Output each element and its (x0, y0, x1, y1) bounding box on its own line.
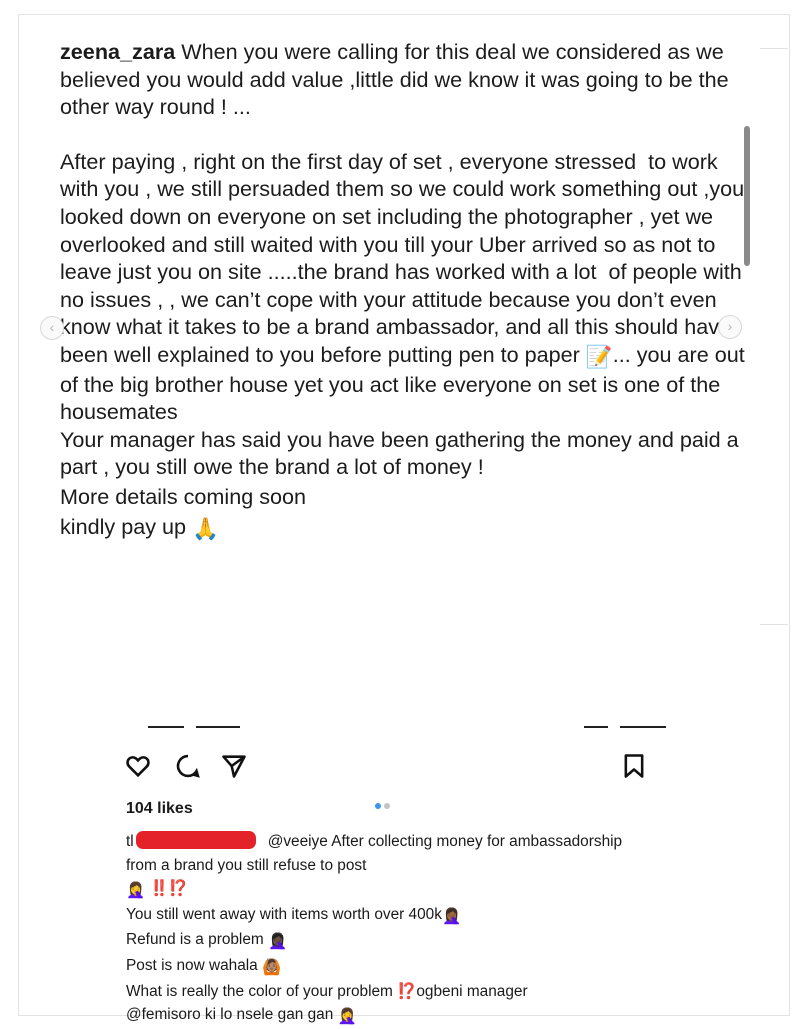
comment-text: Refund is a problem (126, 931, 269, 949)
pray-emoji: 🙏 (192, 515, 219, 541)
comment-line: What is really the color of your problem… (126, 980, 646, 1004)
embedded-post-screenshot: 104 likes tl @veeiye After collecting mon… (100, 720, 666, 1025)
caption-text: zeena_zara When you were calling for thi… (60, 38, 750, 542)
likes-count[interactable]: 104 likes (126, 800, 193, 818)
comment-mention[interactable]: @veeiye (268, 833, 328, 850)
comment-line: You still went away with items worth ove… (126, 903, 646, 929)
comment-line: 🤦‍♀️ ‼️⁉️ (126, 877, 646, 903)
person-gesture-emoji: 🙆🏽 (262, 958, 282, 976)
comment-line: tl @veeiye After collecting money for amb… (126, 830, 646, 877)
divider (148, 726, 184, 728)
divider (584, 726, 608, 728)
carousel-indicator (375, 796, 393, 814)
comment-text: You still went away with items worth ove… (126, 905, 442, 923)
caption-username[interactable]: zeena_zara (60, 39, 175, 64)
comment-line: Refund is a problem 🤦🏿‍♀️ (126, 928, 646, 954)
comment-text: ki lo nsele gan gan (200, 1006, 338, 1024)
bookmark-icon[interactable] (620, 752, 650, 782)
caption-pay-line: kindly pay up 🙏 (60, 513, 750, 543)
comment-mention[interactable]: @femisoro (126, 1006, 201, 1023)
scrollbar[interactable] (744, 126, 750, 266)
exclamation-marks: ‼️⁉️ (145, 880, 188, 898)
chevron-right-icon[interactable]: › (718, 315, 742, 339)
divider (196, 726, 240, 728)
comment-text: What is really the color of your problem (126, 982, 398, 1000)
comment-line: Post is now wahala 🙆🏽 (126, 954, 646, 980)
caption-paragraph: After paying , right on the first day of… (60, 148, 750, 426)
comment-username[interactable]: tl (126, 833, 134, 850)
comment-line: @femisoro ki lo nsele gan gan 🤦‍♀️ (126, 1003, 646, 1029)
caption-details-line: More details coming soon (60, 483, 307, 509)
chevron-left-icon[interactable]: ‹ (40, 316, 64, 340)
frame-divider (760, 624, 788, 625)
send-icon[interactable] (220, 752, 250, 782)
caption-manager-line: Your manager has said you have been gath… (60, 426, 745, 480)
frame-divider (760, 48, 788, 49)
facepalm-emoji: 🤦‍♀️ (126, 882, 146, 900)
caption-intro: zeena_zara When you were calling for thi… (60, 38, 750, 121)
comment-icon[interactable] (174, 752, 204, 782)
post-actions-bar (100, 752, 660, 809)
facepalm-emoji: 🤦‍♀️ (337, 1008, 357, 1026)
divider (620, 726, 666, 728)
facepalm-emoji: 🤦🏿‍♀️ (268, 933, 288, 951)
comment: tl @veeiye After collecting money for amb… (126, 830, 646, 1029)
heart-icon[interactable] (124, 752, 154, 782)
carousel-dot (384, 803, 390, 809)
carousel-dot-active (375, 803, 381, 809)
redaction-mark (135, 831, 256, 849)
memo-emoji: 📝 (585, 343, 613, 369)
caption-paragraph-text: After paying , right on the first day of… (60, 148, 745, 367)
comment-text: Post is now wahala (126, 956, 263, 974)
comment-text: ogbeni manager (416, 982, 528, 1000)
facepalm-emoji: 🤦🏾‍♀️ (441, 907, 462, 925)
caption-pay-text: kindly pay up (60, 513, 193, 539)
interrobang-mark: ⁉️ (397, 982, 417, 1000)
